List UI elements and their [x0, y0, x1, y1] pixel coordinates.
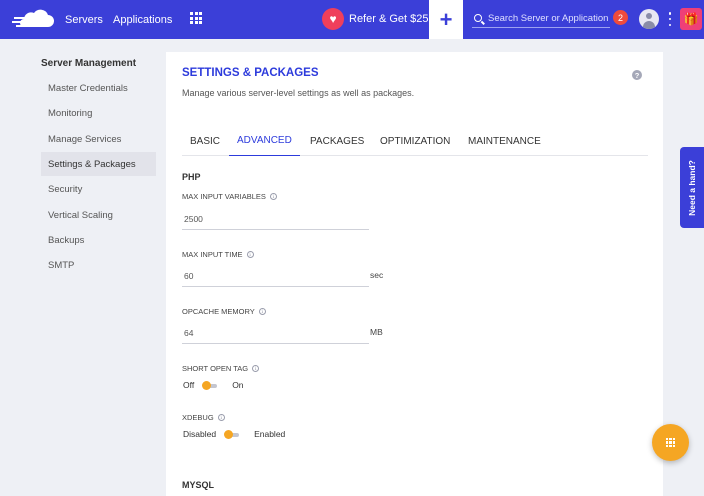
toggle-off-label: Disabled: [183, 429, 217, 439]
apps-grid-icon: [665, 437, 676, 448]
kebab-menu-icon[interactable]: [666, 12, 674, 26]
opcache-memory-input[interactable]: [182, 322, 369, 344]
max-input-variables-input[interactable]: [182, 208, 369, 230]
opcache-memory-unit: MB: [370, 327, 383, 337]
sidebar-item-smtp[interactable]: SMTP: [41, 253, 156, 277]
php-section-heading: PHP: [182, 172, 201, 182]
tab-optimization[interactable]: OPTIMIZATION: [372, 126, 458, 156]
mysql-section-heading: MYSQL: [182, 480, 215, 490]
sidebar-item-manage-services[interactable]: Manage Services: [41, 127, 156, 151]
notification-badge[interactable]: 2: [613, 10, 628, 25]
need-a-hand-label: Need a hand?: [687, 159, 698, 216]
page-title: SETTINGS & PACKAGES: [182, 67, 319, 79]
xdebug-toggle-row: Disabled Enabled: [183, 429, 285, 439]
max-input-time-unit: sec: [370, 270, 384, 280]
field-label-text: SHORT OPEN TAG: [182, 364, 249, 373]
sidebar-item-backups[interactable]: Backups: [41, 228, 156, 252]
short-open-tag-toggle-row: Off On: [183, 380, 244, 390]
tab-basic[interactable]: BASIC: [182, 126, 228, 156]
info-icon[interactable]: i: [252, 365, 260, 372]
field-label-text: MAX INPUT TIME: [182, 250, 243, 259]
settings-card: SETTINGS & PACKAGES Manage various serve…: [166, 52, 663, 496]
sidebar-item-settings-packages[interactable]: Settings & Packages: [41, 152, 156, 176]
max-input-variables-label: MAX INPUT VARIABLES i: [182, 192, 277, 201]
tab-packages[interactable]: PACKAGES: [302, 126, 372, 156]
search-input[interactable]: [488, 10, 608, 26]
settings-tabs: BASIC ADVANCED PACKAGES OPTIMIZATION MAI…: [182, 126, 648, 156]
xdebug-switch[interactable]: [224, 429, 242, 439]
sidebar-item-monitoring[interactable]: Monitoring: [41, 101, 156, 125]
help-icon[interactable]: ?: [632, 70, 642, 80]
toggle-off-label: Off: [183, 380, 195, 390]
max-input-time-label: MAX INPUT TIME i: [182, 250, 254, 259]
short-open-tag-switch[interactable]: [202, 380, 220, 390]
heart-icon: ♥: [322, 8, 344, 30]
tab-maintenance[interactable]: MAINTENANCE: [460, 126, 549, 156]
opcache-memory-label: OPCACHE MEMORY i: [182, 307, 266, 316]
floating-action-button[interactable]: [652, 424, 689, 461]
top-navbar: Servers Applications ♥ Refer & Get $25 +…: [0, 0, 704, 39]
add-button[interactable]: +: [429, 0, 463, 39]
nav-applications-link[interactable]: Applications: [113, 14, 172, 26]
max-input-time-input[interactable]: [182, 265, 369, 287]
xdebug-label: XDEBUG i: [182, 413, 225, 422]
sidebar-item-security[interactable]: Security: [41, 177, 156, 201]
field-label-text: OPCACHE MEMORY: [182, 307, 255, 316]
gift-icon[interactable]: 🎁: [680, 8, 702, 30]
info-icon[interactable]: i: [246, 251, 254, 258]
refer-button[interactable]: ♥ Refer & Get $25: [322, 8, 429, 30]
page-subtitle: Manage various server-level settings as …: [182, 88, 415, 98]
toggle-on-label: Enabled: [254, 429, 286, 439]
tab-advanced[interactable]: ADVANCED: [229, 126, 300, 156]
nav-servers-link[interactable]: Servers: [65, 14, 103, 26]
apps-grid-icon[interactable]: [190, 12, 202, 24]
field-label-text: MAX INPUT VARIABLES: [182, 192, 266, 201]
toggle-on-label: On: [232, 380, 244, 390]
info-icon[interactable]: i: [258, 308, 266, 315]
sidebar-title: Server Management: [41, 58, 137, 69]
short-open-tag-label: SHORT OPEN TAG i: [182, 364, 260, 373]
sidebar-item-master-credentials[interactable]: Master Credentials: [41, 76, 156, 100]
search-icon: [474, 14, 482, 22]
refer-label: Refer & Get $25: [349, 13, 429, 25]
sidebar-item-vertical-scaling[interactable]: Vertical Scaling: [41, 203, 156, 227]
search-bar: [472, 10, 610, 28]
user-avatar-icon[interactable]: [639, 9, 659, 29]
info-icon[interactable]: i: [269, 193, 277, 200]
plus-icon: +: [439, 6, 453, 32]
info-icon[interactable]: i: [217, 414, 225, 421]
cloudways-logo-icon[interactable]: [12, 9, 54, 31]
need-a-hand-tab[interactable]: Need a hand?: [680, 147, 704, 228]
field-label-text: XDEBUG: [182, 413, 214, 422]
